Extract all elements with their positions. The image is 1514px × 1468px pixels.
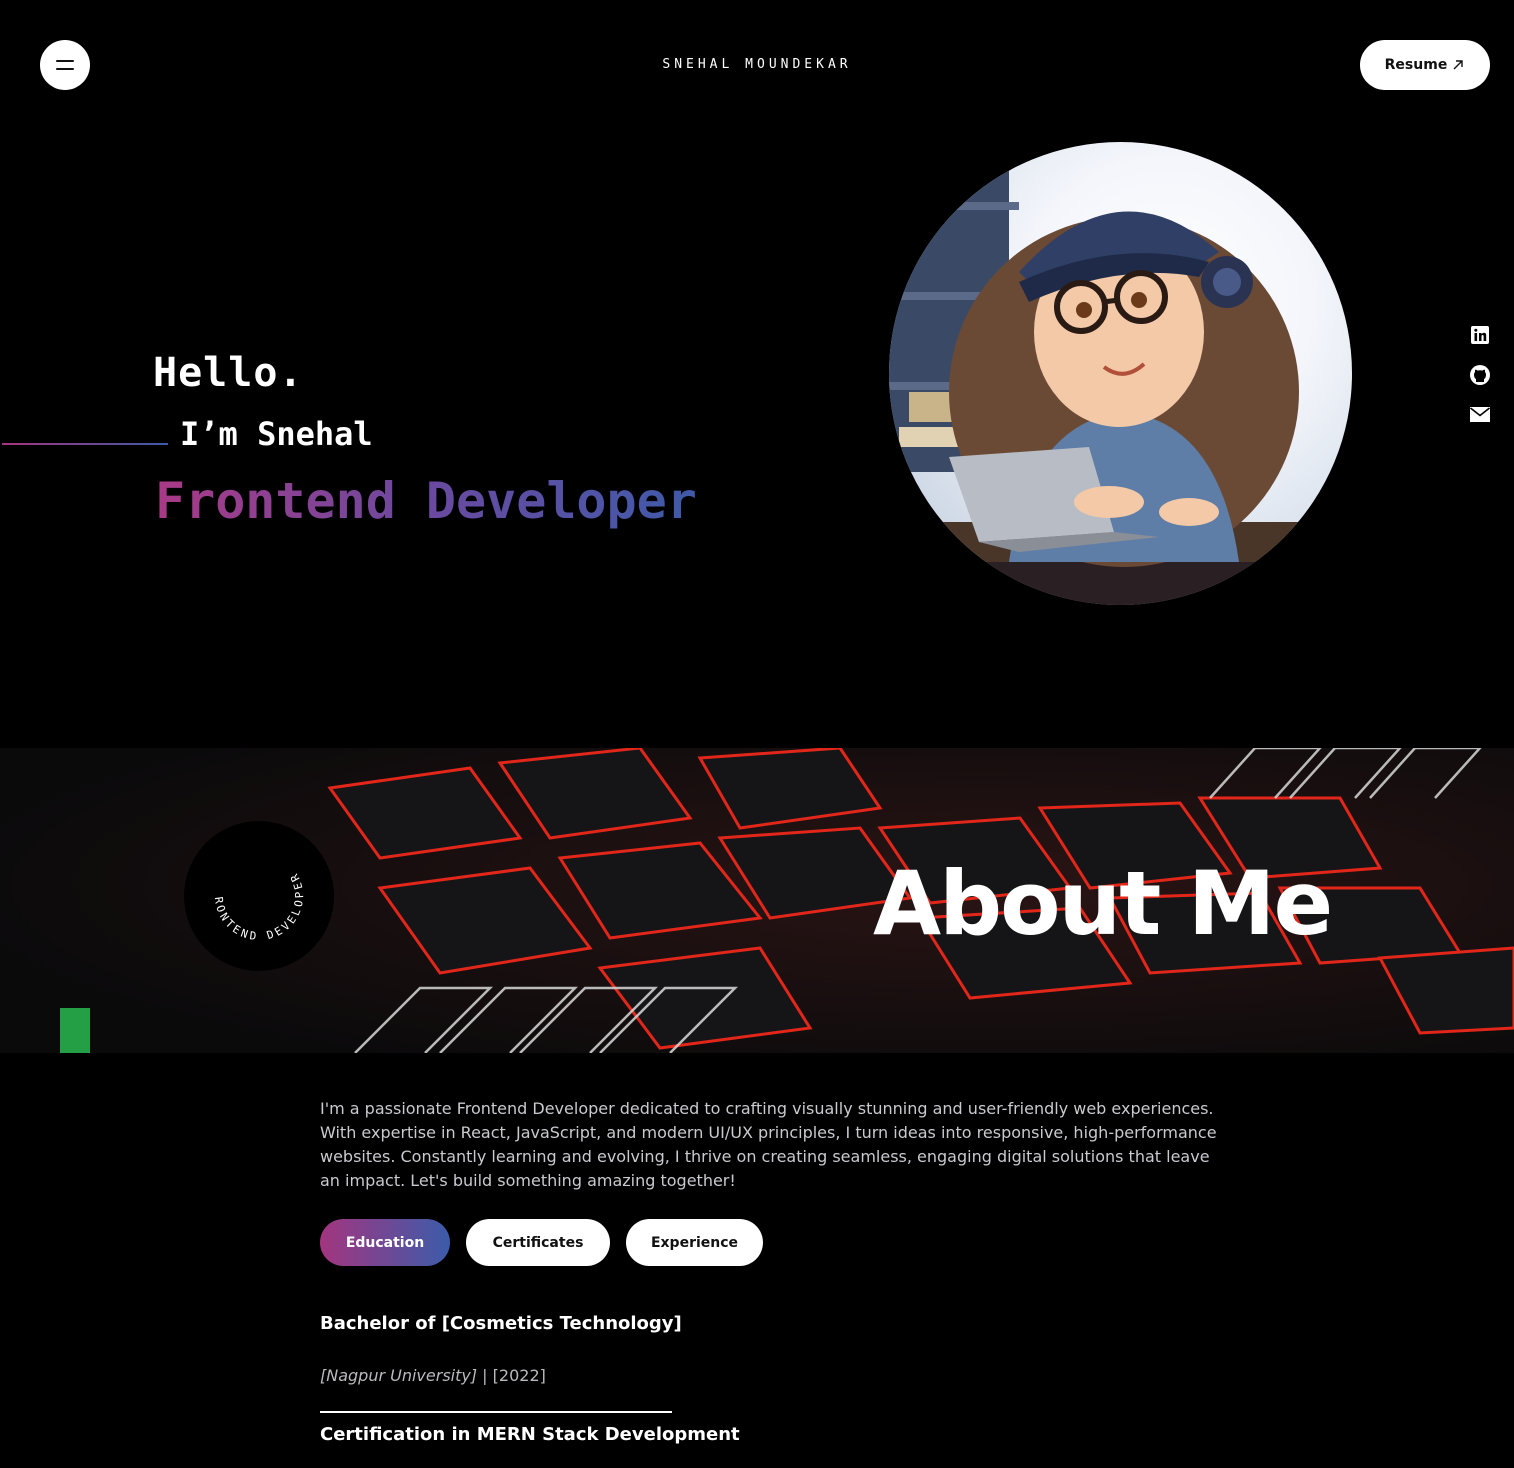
- hero-role: Frontend Developer: [155, 472, 697, 530]
- linkedin-icon: [1471, 326, 1489, 344]
- resume-button[interactable]: Resume: [1360, 40, 1490, 90]
- hero-intro: I’m Snehal: [180, 415, 373, 453]
- resume-label: Resume: [1384, 57, 1448, 73]
- education-meta: [Nagpur University] | [2022]: [320, 1366, 546, 1385]
- email-link[interactable]: [1468, 402, 1492, 426]
- tab-experience[interactable]: Experience: [626, 1219, 763, 1266]
- badge-text: FRONTEND DEVELOPER: [179, 811, 303, 943]
- frontend-developer-badge: FRONTEND DEVELOPER: [179, 811, 334, 971]
- tab-certificates[interactable]: Certificates: [466, 1219, 610, 1266]
- rotating-badge-text: FRONTEND DEVELOPER: [179, 811, 306, 943]
- avatar: [889, 142, 1352, 605]
- education-degree: Bachelor of [Cosmetics Technology]: [320, 1313, 682, 1334]
- tab-education[interactable]: Education: [320, 1219, 450, 1266]
- arrow-up-right-icon: [1453, 60, 1464, 70]
- education-divider: [320, 1411, 672, 1413]
- education-university: [Nagpur University]: [320, 1366, 478, 1385]
- education-separator: |: [477, 1366, 493, 1385]
- github-link[interactable]: [1468, 363, 1492, 387]
- education-year: [2022]: [492, 1366, 546, 1385]
- mail-icon: [1470, 407, 1490, 422]
- intro-line: [2, 443, 168, 445]
- about-title: About Me: [873, 852, 1333, 955]
- brand-name: SNEHAL MOUNDEKAR: [662, 57, 852, 72]
- about-paragraph: I'm a passionate Frontend Developer dedi…: [320, 1099, 1217, 1190]
- hero-greeting: Hello.: [153, 350, 304, 396]
- github-icon: [1470, 365, 1490, 385]
- svg-text:FRONTEND DEVELOPER: FRONTEND DEVELOPER: [184, 821, 306, 943]
- education-certification: Certification in MERN Stack Development: [320, 1424, 740, 1445]
- avatar-illustration: [889, 142, 1352, 605]
- linkedin-link[interactable]: [1468, 323, 1492, 347]
